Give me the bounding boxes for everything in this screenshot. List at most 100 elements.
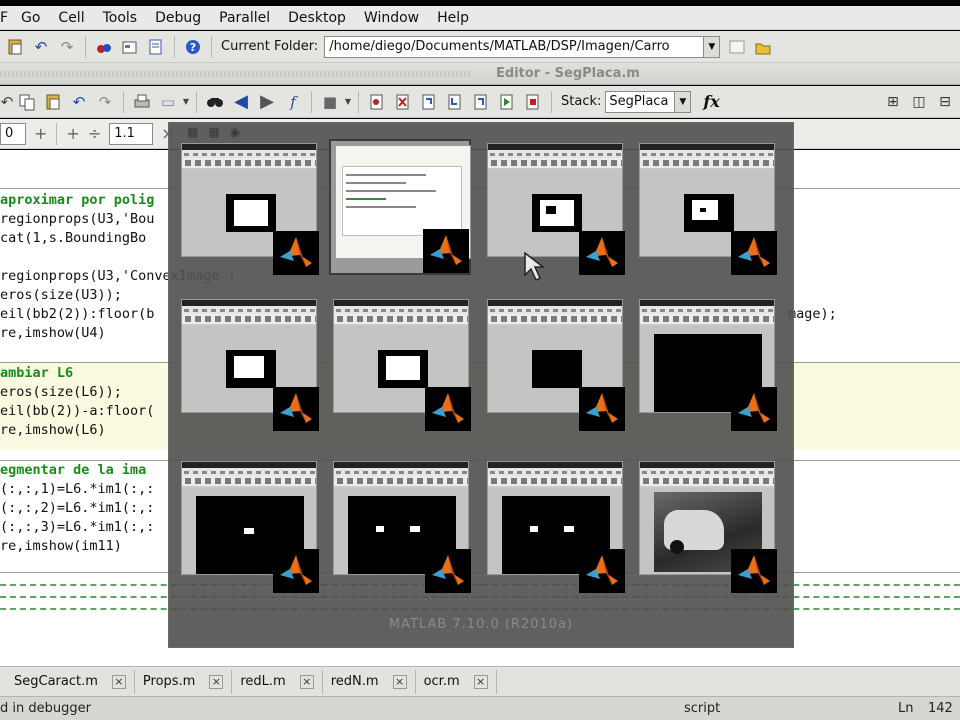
close-icon[interactable]: ×: [473, 674, 488, 689]
parent-folder-icon[interactable]: [750, 34, 776, 60]
menu-help[interactable]: Help: [428, 10, 478, 26]
thumbnail-figure-window[interactable]: [329, 457, 471, 593]
matlab-logo-icon: [731, 387, 777, 431]
undo-icon[interactable]: ↶: [66, 89, 92, 115]
toolbar-separator: [56, 122, 58, 145]
undo-small-icon[interactable]: ↶: [0, 89, 14, 115]
tab-label: ocr.m: [423, 674, 460, 689]
matlab-logo-icon: [579, 231, 625, 275]
status-bar: d in debugger script Ln 142: [0, 696, 960, 720]
toolbar-separator: [211, 35, 212, 58]
menu-parallel[interactable]: Parallel: [210, 10, 279, 26]
editor-title: Editor - SegPlaca.m: [496, 66, 640, 81]
menu-cell[interactable]: Cell: [49, 10, 93, 26]
matlab-logo-icon: [579, 549, 625, 593]
back-arrow-icon[interactable]: ◀: [228, 89, 254, 115]
help-icon[interactable]: ?: [180, 34, 206, 60]
stack-dropdown-icon[interactable]: ▼: [675, 90, 692, 113]
menu-go[interactable]: Go: [12, 10, 49, 26]
simulink-icon[interactable]: [91, 34, 117, 60]
function-icon[interactable]: f: [280, 89, 306, 115]
status-text: d in debugger: [0, 701, 91, 716]
window-switcher: ▦ ▦ ◉ MATLAB 7.10.0 (R2010a): [168, 122, 794, 648]
cell-value-input[interactable]: 0: [0, 122, 26, 145]
plus-icon[interactable]: +: [34, 124, 47, 143]
close-icon[interactable]: ×: [209, 674, 224, 689]
code-line: cat(1,s.BoundingBo: [0, 230, 147, 246]
thumbnail-editor-window[interactable]: [329, 139, 471, 275]
thumbnail-figure-window[interactable]: [177, 295, 319, 431]
current-folder-input[interactable]: /home/diego/Documents/MATLAB/DSP/Imagen/…: [324, 35, 705, 58]
thumbnail-figure-window[interactable]: [635, 139, 777, 275]
thumbnail-figure-window[interactable]: [483, 139, 625, 275]
tab-redn[interactable]: redN.m ×: [323, 669, 416, 694]
thumbnail-figure-window[interactable]: [635, 457, 777, 593]
clear-breakpoints-icon[interactable]: [390, 89, 416, 115]
redo-icon[interactable]: ↷: [54, 34, 80, 60]
menu-debug[interactable]: Debug: [146, 10, 210, 26]
svg-text:?: ?: [190, 41, 196, 54]
menu-file[interactable]: F: [0, 10, 12, 26]
code-line: eil(bb(2))-a:floor(: [0, 403, 155, 419]
browse-folder-icon[interactable]: [724, 34, 750, 60]
tile-rows-icon[interactable]: ⊟: [934, 91, 956, 113]
tile-grid-icon[interactable]: ⊞: [882, 91, 904, 113]
grid-icon: ▦: [187, 125, 199, 139]
paste-icon[interactable]: [2, 34, 28, 60]
thumbnail-figure-window[interactable]: [177, 139, 319, 275]
close-icon[interactable]: ×: [299, 674, 314, 689]
matlab-logo-icon: [273, 549, 319, 593]
code-line: (:,:,1)=L6.*im1(:,:: [0, 481, 155, 497]
continue-icon[interactable]: [494, 89, 520, 115]
tab-redl[interactable]: redL.m ×: [232, 669, 323, 694]
fx-icon[interactable]: fx: [703, 92, 719, 111]
divide-icon[interactable]: ÷: [88, 124, 101, 143]
forward-arrow-icon[interactable]: ▶: [254, 89, 280, 115]
guide-icon[interactable]: [117, 34, 143, 60]
tab-segcaract[interactable]: SegCaract.m ×: [0, 669, 135, 694]
tab-label: redL.m: [240, 674, 286, 689]
mouse-cursor-icon: [524, 251, 546, 282]
cell-multiplier-input[interactable]: 1.1: [109, 122, 154, 145]
stack-select[interactable]: SegPlaca: [605, 90, 676, 113]
dropdown-small-icon[interactable]: ▼: [343, 89, 353, 115]
plus-icon[interactable]: +: [66, 124, 79, 143]
code-line: eros(size(U3));: [0, 287, 122, 303]
editor-title-bar[interactable]: Editor - SegPlaca.m: [0, 63, 960, 85]
status-ln-value: 142: [928, 701, 953, 716]
tab-props[interactable]: Props.m ×: [135, 669, 233, 694]
step-icon[interactable]: [416, 89, 442, 115]
dropdown-small-icon[interactable]: ▼: [181, 89, 191, 115]
toolbar-separator: [85, 35, 86, 58]
thumbnail-figure-window[interactable]: [483, 295, 625, 431]
profiler-icon[interactable]: [143, 34, 169, 60]
menu-desktop[interactable]: Desktop: [279, 10, 355, 26]
undo-icon[interactable]: ↶: [28, 34, 54, 60]
step-out-icon[interactable]: [468, 89, 494, 115]
close-icon[interactable]: ×: [392, 674, 407, 689]
menu-tools[interactable]: Tools: [94, 10, 147, 26]
toolbar-separator: [358, 90, 359, 113]
tile-columns-icon[interactable]: ◫: [908, 91, 930, 113]
paste-icon[interactable]: [40, 89, 66, 115]
matlab-logo-icon: [731, 231, 777, 275]
exit-debug-icon[interactable]: [520, 89, 546, 115]
close-icon[interactable]: ×: [111, 674, 126, 689]
code-line: re,imshow(im11): [0, 538, 122, 554]
folder-dropdown-icon[interactable]: ▼: [704, 35, 721, 58]
redo-icon[interactable]: ↷: [92, 89, 118, 115]
comment-icon[interactable]: ▭: [155, 89, 181, 115]
thumbnail-figure-window[interactable]: [329, 295, 471, 431]
print-icon[interactable]: [129, 89, 155, 115]
find-icon[interactable]: [202, 89, 228, 115]
title-grip: [0, 71, 470, 77]
tab-ocr[interactable]: ocr.m ×: [416, 669, 497, 694]
thumbnail-figure-window[interactable]: [177, 457, 319, 593]
set-breakpoint-icon[interactable]: [364, 89, 390, 115]
breakpoint-icon[interactable]: ■: [317, 89, 343, 115]
step-in-icon[interactable]: [442, 89, 468, 115]
copy-icon[interactable]: [14, 89, 40, 115]
menu-window[interactable]: Window: [355, 10, 428, 26]
thumbnail-figure-window[interactable]: [635, 295, 777, 431]
thumbnail-figure-window[interactable]: [483, 457, 625, 593]
